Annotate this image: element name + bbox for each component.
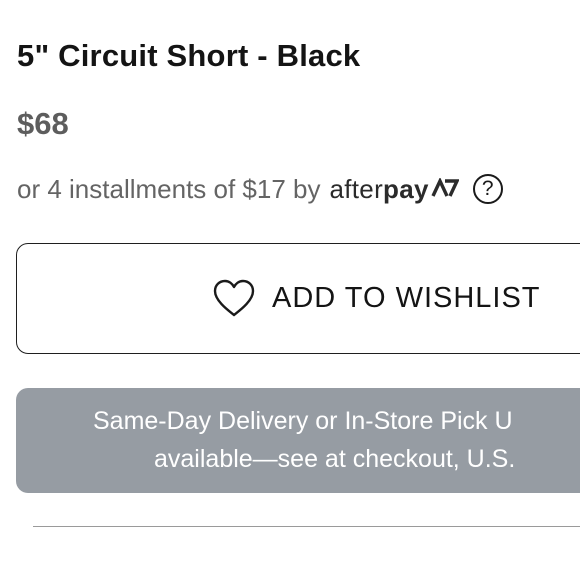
installments-text: or 4 installments of $17 by [17,173,321,204]
question-circle-icon[interactable]: ? [472,174,503,204]
afterpay-logo-after: after [329,173,384,204]
delivery-info-line-1: Same-Day Delivery or In-Store Pick U [93,407,513,435]
delivery-info-banner: Same-Day Delivery or In-Store Pick U ava… [16,388,580,493]
product-title: 5" Circuit Short - Black [17,38,361,73]
delivery-info-line-2: available—see at checkout, U.S. [154,445,516,473]
product-price: $68 [17,106,69,141]
section-divider [33,526,580,527]
wishlist-label: ADD TO WISHLIST [272,281,541,314]
add-to-wishlist-button[interactable]: ADD TO WISHLIST [16,243,580,354]
heart-icon [212,278,256,318]
afterpay-logo-pay: pay [383,173,429,204]
afterpay-installments-row: or 4 installments of $17 by after pay ? [17,170,503,208]
product-details-panel: 5" Circuit Short - Black $68 or 4 instal… [0,0,580,580]
afterpay-arrows-icon [431,174,460,205]
afterpay-logo: after pay [329,173,460,205]
